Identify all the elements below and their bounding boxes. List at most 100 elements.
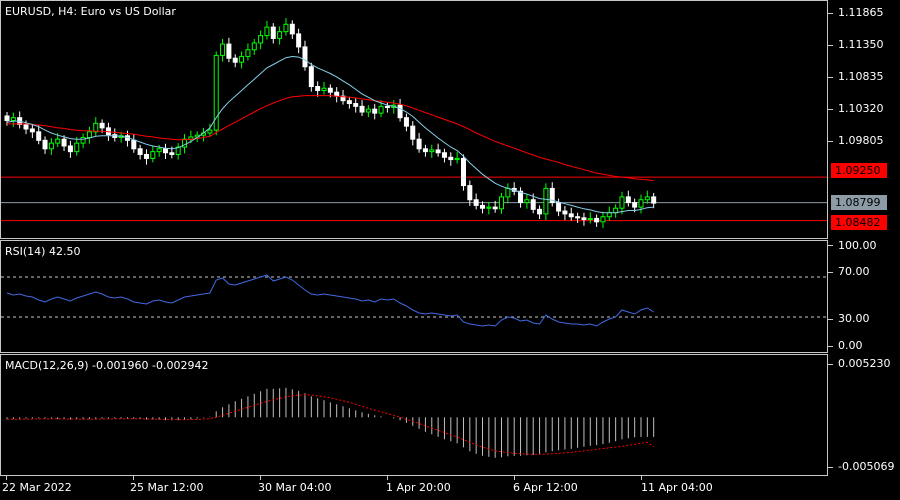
price-tickmark xyxy=(828,109,833,110)
candle-body xyxy=(61,138,67,147)
candle-body xyxy=(346,100,352,105)
candle-body xyxy=(239,56,245,63)
price-chart-svg[interactable] xyxy=(1,1,828,239)
rsi-tick-label: 100.00 xyxy=(838,239,877,252)
time-label: 22 Mar 2022 xyxy=(2,481,72,494)
price-tickmark xyxy=(828,141,833,142)
candle-body xyxy=(4,115,10,122)
candle-body xyxy=(258,35,264,44)
rsi-tick-label: 70.00 xyxy=(838,265,870,278)
candle-body xyxy=(505,187,511,198)
time-label: 6 Apr 12:00 xyxy=(513,481,578,494)
candle-body xyxy=(353,103,359,107)
macd-scale[interactable]: 0.005230 -0.005069 xyxy=(828,354,900,476)
candle-body xyxy=(403,117,409,127)
candle-body xyxy=(99,122,105,129)
rsi-pane[interactable]: RSI(14) 42.50 xyxy=(0,240,828,353)
price-chart-pane[interactable]: EURUSD, H4: Euro vs US Dollar xyxy=(0,0,828,239)
price-tick-label: 1.10320 xyxy=(838,102,884,115)
candle-body xyxy=(556,202,562,212)
time-tick xyxy=(133,476,134,480)
moving-average-slow xyxy=(7,95,654,181)
candle-body xyxy=(422,148,428,153)
price-level-tag[interactable]: 1.08482 xyxy=(831,215,887,230)
macd-tick-label: -0.005069 xyxy=(838,460,895,473)
candle-body xyxy=(308,66,314,88)
price-tick-label: 1.09805 xyxy=(838,134,884,147)
candle-body xyxy=(289,23,295,35)
macd-pane[interactable]: MACD(12,26,9) -0.001960 -0.002942 xyxy=(0,354,828,476)
price-tickmark xyxy=(828,45,833,46)
current-price-tag[interactable]: 1.08799 xyxy=(831,195,887,210)
candle-body xyxy=(397,104,403,119)
rsi-chart-svg[interactable] xyxy=(1,241,828,353)
macd-tickmark xyxy=(828,467,833,468)
candle-body xyxy=(416,138,422,150)
candle-body xyxy=(48,142,54,150)
candle-body xyxy=(55,138,61,144)
candle-body xyxy=(581,217,587,221)
candle-body xyxy=(537,208,543,215)
candle-body xyxy=(36,131,42,141)
candle-body xyxy=(454,157,460,161)
candle-body xyxy=(213,54,219,131)
price-tickmark xyxy=(828,13,833,14)
candle-body xyxy=(435,149,441,154)
rsi-tickmark xyxy=(828,272,833,273)
candle-body xyxy=(315,86,321,92)
candle-body xyxy=(365,108,371,113)
candle-body xyxy=(245,49,251,58)
candle-body xyxy=(600,216,606,223)
time-tick xyxy=(6,476,7,480)
candle-body xyxy=(296,33,302,48)
candle-body xyxy=(625,196,631,204)
candle-body xyxy=(632,202,638,208)
candle-body xyxy=(321,87,327,92)
candle-body xyxy=(460,157,466,187)
candle-body xyxy=(251,42,257,51)
candle-body xyxy=(10,117,16,122)
candle-body xyxy=(638,199,644,208)
time-tick xyxy=(514,476,515,480)
candle-body xyxy=(384,105,390,108)
candle-body xyxy=(86,131,92,138)
rsi-tickmark xyxy=(828,346,833,347)
candle-body xyxy=(492,206,498,210)
candle-body xyxy=(207,129,213,134)
candle-body xyxy=(131,139,137,150)
candle-body xyxy=(530,199,536,210)
time-tick xyxy=(641,476,642,480)
candle-body xyxy=(619,196,625,209)
candle-body xyxy=(441,152,447,158)
candle-body xyxy=(575,216,581,219)
macd-title: MACD(12,26,9) -0.001960 -0.002942 xyxy=(5,359,209,372)
rsi-scale[interactable]: 100.00 70.00 30.00 0.00 xyxy=(828,239,900,353)
candle-body xyxy=(143,153,149,159)
time-tick xyxy=(387,476,388,480)
moving-average-fast xyxy=(6,55,654,214)
rsi-line xyxy=(6,274,654,327)
candle-body xyxy=(42,139,48,150)
time-axis[interactable]: 22 Mar 2022 25 Mar 12:00 30 Mar 04:00 1 … xyxy=(0,476,900,500)
candle-body xyxy=(378,105,384,114)
candle-body xyxy=(410,125,416,140)
candle-body xyxy=(568,213,574,218)
candle-body xyxy=(302,46,308,68)
candle-body xyxy=(499,196,505,210)
candle-body xyxy=(467,185,473,201)
macd-tickmark xyxy=(828,364,833,365)
macd-chart-svg[interactable] xyxy=(1,355,828,476)
time-label: 30 Mar 04:00 xyxy=(258,481,332,494)
rsi-tickmark xyxy=(828,319,833,320)
price-scale[interactable]: 1.11865 1.11350 1.10835 1.10320 1.09805 … xyxy=(828,0,900,239)
candle-body xyxy=(270,26,276,39)
price-tickmark xyxy=(828,77,833,78)
candle-body xyxy=(169,152,175,155)
price-level-tag[interactable]: 1.09250 xyxy=(831,163,887,178)
rsi-title: RSI(14) 42.50 xyxy=(5,245,81,258)
candle-body xyxy=(23,123,29,130)
candle-body xyxy=(587,217,593,221)
candle-body xyxy=(220,43,226,56)
candle-body xyxy=(480,204,485,209)
time-label: 11 Apr 04:00 xyxy=(641,481,713,494)
